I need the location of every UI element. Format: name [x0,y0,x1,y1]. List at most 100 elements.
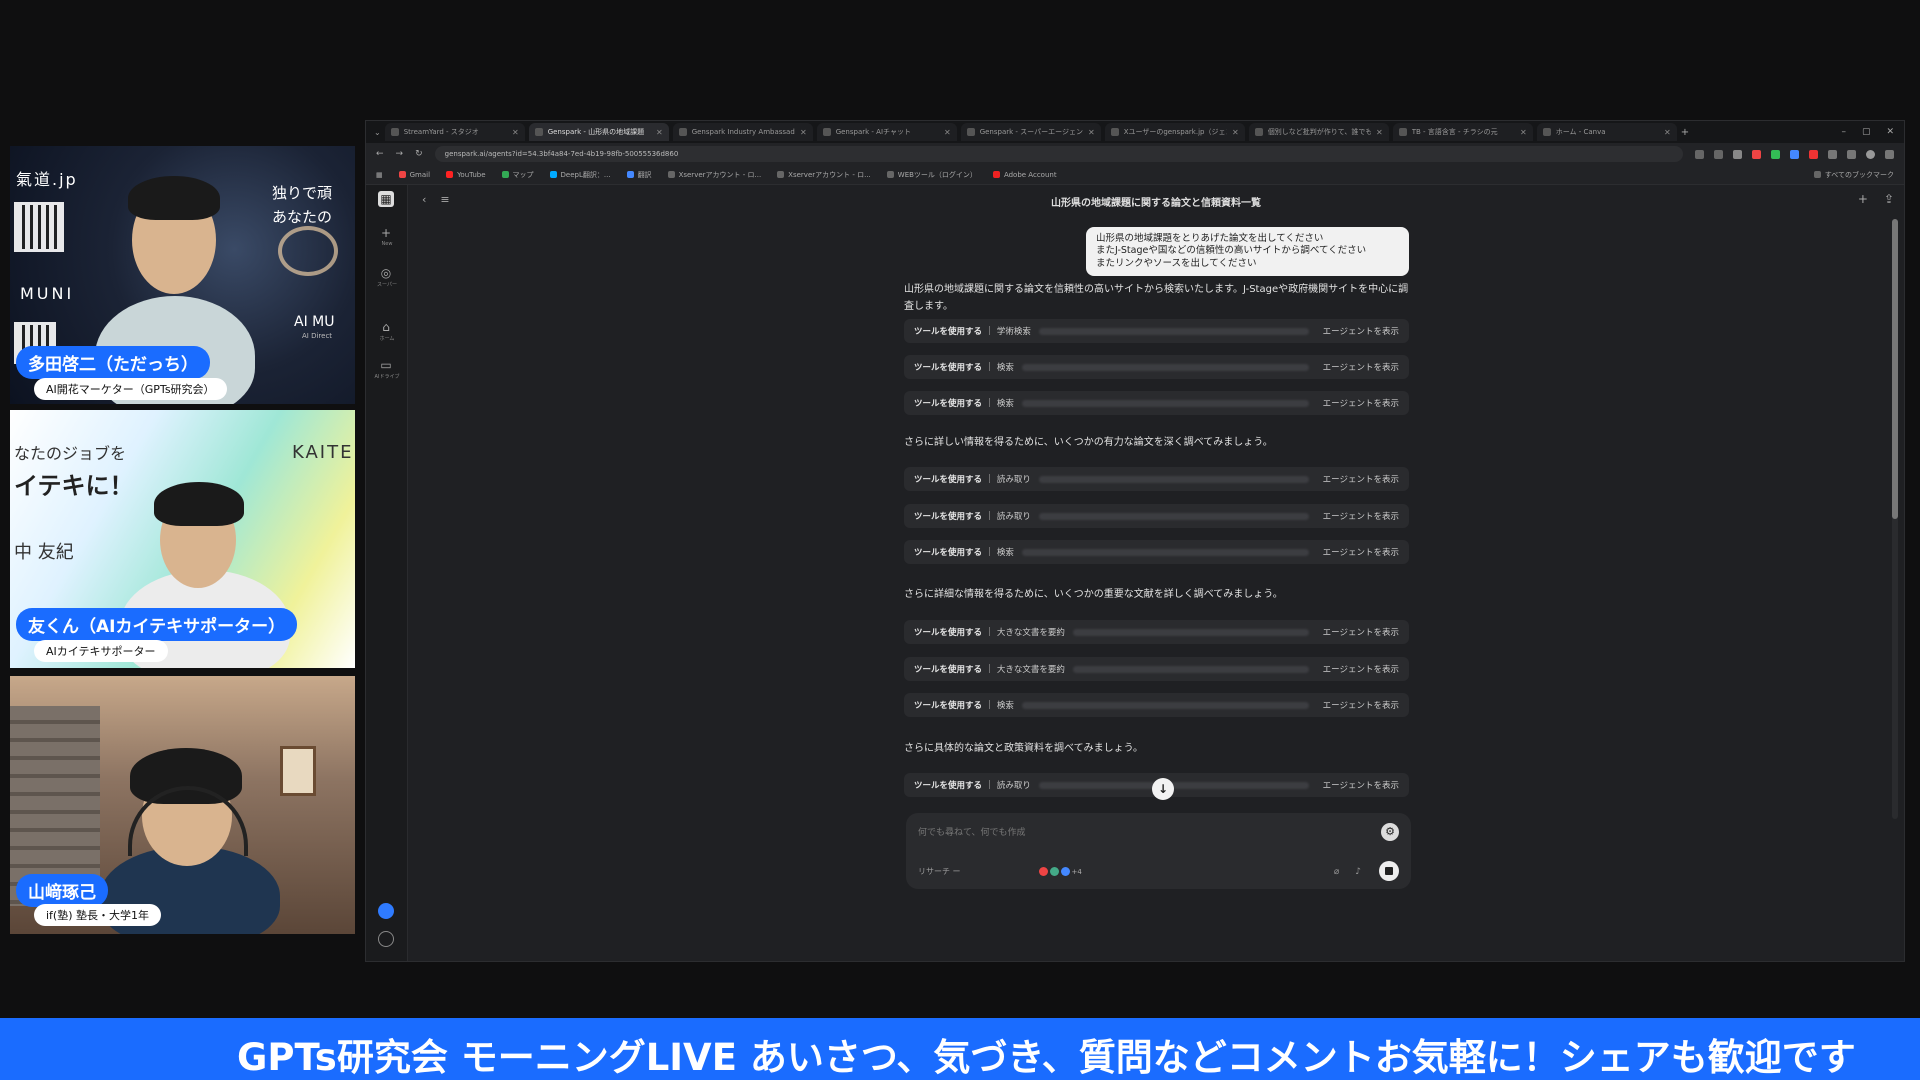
tab-label: Genspark Industry Ambassado [691,128,795,136]
tab-close-icon[interactable]: ✕ [1376,128,1383,137]
show-agent-link[interactable]: エージェントを表示 [1323,510,1399,522]
stop-button[interactable] [1379,861,1399,881]
bookmark[interactable]: Adobe Account [992,171,1057,179]
bg-banner-text: 中 友紀 [14,542,74,563]
bookmark[interactable]: Xserverアカウント - ロ... [777,170,871,180]
profile-avatar-icon[interactable] [1866,149,1875,159]
tab-close-icon[interactable]: ✕ [800,128,807,137]
tab-close-icon[interactable]: ✕ [1520,128,1527,137]
chat-scrollbar[interactable] [1892,219,1898,819]
tool-call-row[interactable]: ツールを使用する | 検索 エージェントを表示 [904,693,1409,717]
extension-icon[interactable] [1752,149,1761,159]
notification-icon[interactable] [378,903,394,919]
tool-call-row[interactable]: ツールを使用する | 読み取り エージェントを表示 [904,467,1409,491]
minimize-icon[interactable]: – [1841,127,1846,137]
user-icon[interactable] [378,931,394,947]
bookmark[interactable]: YouTube [446,171,486,179]
url-field[interactable]: genspark.ai/agents?id=54.3bf4a84-7ed-4b1… [434,146,1683,162]
tool-call-row[interactable]: ツールを使用する | 大きな文書を要約 エージェントを表示 [904,657,1409,681]
browser-tab[interactable]: TB - 言語含言 - チラシの元 ✕ [1392,123,1533,141]
new-icon[interactable]: + [378,225,394,241]
menu-dots-icon[interactable] [1885,149,1894,159]
ticker-banner: GPTs研究会 モーニングLIVE あいさつ、気づき、質問などコメントお気軽に！… [0,1018,1920,1080]
screenshot-icon[interactable] [1695,149,1704,159]
close-window-icon[interactable]: ✕ [1886,127,1894,137]
bookmark[interactable]: Xserverアカウント - ロ... [667,170,761,180]
bookmark[interactable]: Gmail [398,171,430,179]
download-icon[interactable] [1847,149,1856,159]
apps-grid-icon[interactable]: ▦ [376,171,383,179]
new-chat-icon[interactable]: + [1858,192,1868,206]
assistant-step-text: さらに具体的な論文と政策資料を調べてみましょう。 [904,743,1143,754]
super-agent-icon[interactable]: ◎ [378,265,394,281]
bookmark[interactable]: マップ [501,170,534,180]
tab-label: 個別しなど批判が作りて、誰でも [1267,128,1371,136]
zoom-icon[interactable] [1714,149,1723,159]
bg-banner-text: イテキに！ [14,472,134,500]
tool-call-row[interactable]: ツールを使用する | 大きな文書を要約 エージェントを表示 [904,620,1409,644]
maximize-icon[interactable]: ▢ [1862,127,1871,137]
tool-call-row[interactable]: ツールを使用する | 検索 エージェントを表示 [904,540,1409,564]
browser-tab[interactable]: Genspark Industry Ambassado ✕ [672,123,813,141]
sidebar-toggle-icon[interactable] [1828,149,1837,159]
attach-icon[interactable]: ⌀ [1334,867,1339,877]
more-apps-count: +4 [1071,867,1082,876]
message-composer[interactable]: 何でも尋ねて、何でも作成 ⚙ リサーチ ー +4 ⌀ ♪ [906,813,1411,889]
browser-tab[interactable]: Genspark - スーパーエージェント ✕ [960,123,1101,141]
browser-tab-active[interactable]: Genspark - 山形県の地域課題 ✕ [528,123,669,141]
tab-label: Genspark - AIチャット [835,128,911,136]
tab-menu-icon[interactable]: ⌄ [374,128,381,137]
show-agent-link[interactable]: エージェントを表示 [1323,663,1399,675]
scroll-down-button[interactable]: ↓ [1152,778,1174,800]
extension-icon[interactable] [1790,149,1799,159]
tool-call-row[interactable]: ツールを使用する | 検索 エージェントを表示 [904,355,1409,379]
tab-close-icon[interactable]: ✕ [1232,128,1239,137]
new-tab-button[interactable]: + [1681,127,1689,138]
tab-close-icon[interactable]: ✕ [512,128,519,137]
browser-tab[interactable]: Genspark - AIチャット ✕ [816,123,957,141]
scrollbar-thumb[interactable] [1892,219,1898,519]
show-agent-link[interactable]: エージェントを表示 [1323,699,1399,711]
show-agent-link[interactable]: エージェントを表示 [1323,546,1399,558]
extensions-area [1695,149,1894,159]
show-agent-link[interactable]: エージェントを表示 [1323,473,1399,485]
browser-tab[interactable]: 個別しなど批判が作りて、誰でも ✕ [1248,123,1389,141]
ticker-text: GPTs研究会 モーニングLIVE あいさつ、気づき、質問などコメントお気軽に！… [237,1036,1856,1079]
back-icon[interactable]: ← [376,149,384,159]
participant-role: if(塾) 塾長・大学1年 [34,904,162,926]
reload-icon[interactable]: ↻ [415,149,423,159]
home-icon[interactable]: ⌂ [378,319,394,335]
settings-icon[interactable]: ⚙ [1381,823,1399,841]
ai-drive-icon[interactable]: ▭ [378,357,394,373]
all-bookmarks[interactable]: すべてのブックマーク [1813,170,1894,180]
tab-close-icon[interactable]: ✕ [944,128,951,137]
connected-apps[interactable]: +4 [1038,867,1082,876]
extension-icon[interactable] [1771,149,1780,159]
mic-icon[interactable]: ♪ [1355,867,1361,877]
tool-call-row[interactable]: ツールを使用する | 学術検索 エージェントを表示 [904,319,1409,343]
tool-call-row[interactable]: ツールを使用する | 読み取り エージェントを表示 [904,504,1409,528]
show-agent-link[interactable]: エージェントを表示 [1323,361,1399,373]
share-icon[interactable]: ⇪ [1884,192,1894,206]
show-agent-link[interactable]: エージェントを表示 [1323,397,1399,409]
bookmark[interactable]: DeepL翻訳：... [549,170,611,180]
browser-tab[interactable]: StreamYard - スタジオ ✕ [384,123,525,141]
tab-close-icon[interactable]: ✕ [656,128,663,137]
browser-tab[interactable]: Xユーザーのgenspark.jp（ジェンスパ ✕ [1104,123,1245,141]
tool-call-row[interactable]: ツールを使用する | 検索 エージェントを表示 [904,391,1409,415]
bookmark[interactable]: 翻訳 [626,170,652,180]
forward-icon[interactable]: → [396,149,404,159]
tab-close-icon[interactable]: ✕ [1088,128,1095,137]
person-hair [128,176,220,220]
logo-icon[interactable]: ▦ [378,191,394,207]
show-agent-link[interactable]: エージェントを表示 [1323,779,1399,791]
show-agent-link[interactable]: エージェントを表示 [1323,325,1399,337]
extension-icon[interactable] [1809,149,1818,159]
star-icon[interactable] [1733,149,1742,159]
tab-close-icon[interactable]: ✕ [1664,128,1671,137]
show-agent-link[interactable]: エージェントを表示 [1323,626,1399,638]
address-bar-row: ← → ↻ genspark.ai/agents?id=54.3bf4a84-7… [366,143,1904,165]
mode-selector[interactable]: リサーチ ー [918,866,961,877]
bookmark[interactable]: WEBツール（ログイン） [886,170,977,180]
browser-tab[interactable]: ホーム - Canva ✕ [1536,123,1677,141]
